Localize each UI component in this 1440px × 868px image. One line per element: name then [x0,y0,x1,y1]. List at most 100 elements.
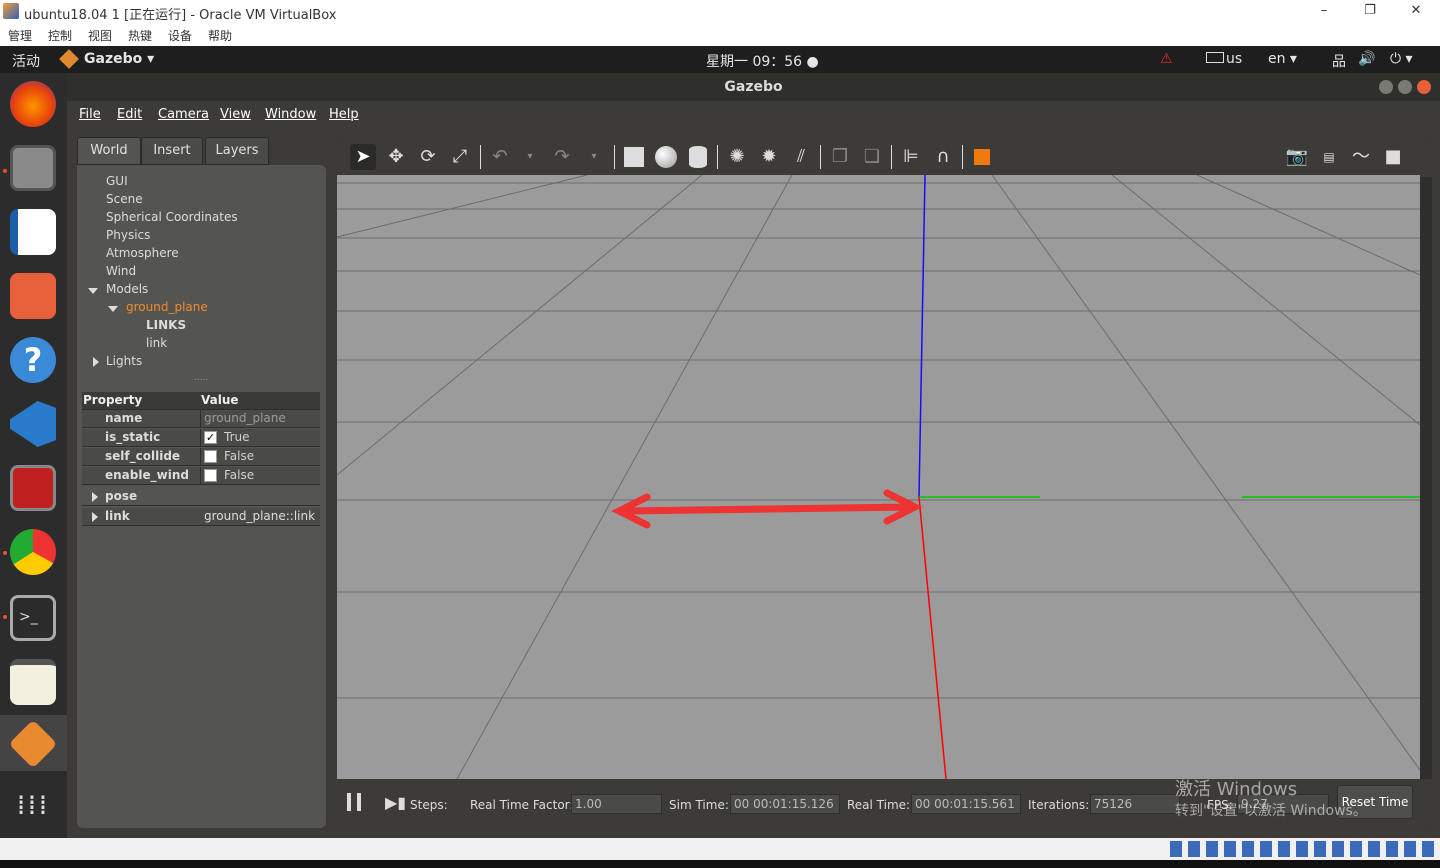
writer-icon[interactable] [10,209,56,255]
gz-menu-camera[interactable]: Camera [158,107,209,122]
redo-history-icon[interactable]: ▾ [581,144,607,170]
menu-view[interactable]: 视图 [88,27,112,44]
tree-wind[interactable]: Wind [106,264,136,278]
minimize-button[interactable]: – [1301,0,1347,23]
firefox-icon[interactable] [10,81,56,127]
paste-icon[interactable]: ❏ [859,144,885,170]
network-icon[interactable]: 品 [1332,51,1346,71]
gazebo-close-button[interactable] [1417,80,1431,94]
tree-link[interactable]: link [146,336,167,350]
activities-button[interactable]: 活动 [12,51,40,71]
vscode-icon[interactable] [10,401,56,447]
tree-ground-plane[interactable]: ground_plane [126,300,208,314]
box-shape-icon[interactable] [621,144,647,170]
app-menu[interactable]: Gazebo ▾ [84,51,154,67]
window-title: ubuntu18.04 1 [正在运行] - Oracle VM Virtual… [24,8,337,23]
directional-light-icon[interactable]: ⫽ [788,144,814,170]
activation-watermark-title: 激活 Windows [1175,779,1298,800]
tree-lights[interactable]: Lights [106,354,142,368]
files-icon[interactable] [10,145,56,191]
tab-insert[interactable]: Insert [141,137,203,165]
sim-time-value: 00 00:01:15.126 [730,794,840,814]
gz-menu-window[interactable]: Window [265,107,316,122]
gazebo-minimize-button[interactable] [1379,80,1393,94]
real-time-label: Real Time: [847,798,911,812]
record-video-icon[interactable]: ■ [1380,144,1406,170]
gazebo-titlebar: Gazebo [67,73,1440,101]
gazebo-menubar: File Edit Camera View Window Help [67,101,1440,129]
expand-models-icon[interactable] [88,288,98,294]
device-status-icons[interactable] [1170,841,1440,857]
text-editor-icon[interactable] [10,659,56,705]
gz-menu-view[interactable]: View [220,107,251,122]
chrome-icon[interactable] [10,529,56,575]
software-center-icon[interactable] [10,273,56,319]
expand-pose-icon[interactable] [92,492,98,502]
expand-lights-icon[interactable] [93,357,99,367]
gazebo-maximize-button[interactable] [1398,80,1412,94]
show-applications-icon[interactable]: ⁞⁞⁞ [10,785,56,831]
gz-menu-help[interactable]: Help [329,107,359,122]
expand-ground-plane-icon[interactable] [108,306,118,312]
tree-models[interactable]: Models [106,282,148,296]
undo-icon[interactable]: ↶ [487,144,513,170]
tab-layers[interactable]: Layers [205,137,269,165]
power-menu[interactable]: ⏻ ▾ [1390,51,1413,67]
keyboard-layout-indicator[interactable]: us [1206,51,1242,67]
property-row-self-collide: self_collide False [82,448,320,466]
property-row-link[interactable]: link ground_plane::link [82,508,320,526]
cylinder-shape-icon[interactable] [685,144,711,170]
rotate-mode-icon[interactable]: ⟳ [415,144,441,170]
3d-scene[interactable] [337,175,1420,779]
snap-icon[interactable]: ∩ [930,144,956,170]
is-static-checkbox[interactable]: ✓ [204,431,217,444]
tree-spherical-coordinates[interactable]: Spherical Coordinates [106,210,238,224]
enable-wind-checkbox[interactable] [204,469,217,482]
undo-history-icon[interactable]: ▾ [517,144,543,170]
expand-link-icon[interactable] [92,512,98,522]
help-icon[interactable]: ? [10,337,56,383]
view-angle-icon[interactable] [969,144,995,170]
warning-icon[interactable]: ⚠ [1160,51,1173,67]
align-icon[interactable]: ⊫ [898,144,924,170]
plot-icon[interactable]: 〜 [1348,144,1374,170]
close-button[interactable]: ✕ [1393,0,1439,23]
menu-manage[interactable]: 管理 [8,27,32,44]
terminator-icon[interactable] [10,465,56,511]
log-icon[interactable]: ▤ [1316,144,1342,170]
scale-mode-icon[interactable]: ⤢ [447,144,473,170]
tab-world[interactable]: World [77,137,141,165]
panel-splitter[interactable]: ..... [194,373,208,383]
name-value: ground_plane [204,411,286,425]
tree-atmosphere[interactable]: Atmosphere [106,246,179,260]
virtualbox-logo-icon [3,3,19,19]
virtualbox-menubar: 管理 控制 视图 热键 设备 帮助 [0,23,1440,46]
point-light-icon[interactable]: ✺ [724,144,750,170]
sphere-shape-icon[interactable] [653,144,679,170]
tree-gui[interactable]: GUI [106,174,128,188]
self-collide-checkbox[interactable] [204,450,217,463]
screenshot-icon[interactable]: 📷 [1284,144,1310,170]
tree-scene[interactable]: Scene [106,192,143,206]
language-menu[interactable]: en ▾ [1268,51,1297,67]
spot-light-icon[interactable]: ✹ [756,144,782,170]
menu-devices[interactable]: 设备 [168,27,192,44]
redo-icon[interactable]: ↷ [549,144,575,170]
virtualbox-titlebar: ubuntu18.04 1 [正在运行] - Oracle VM Virtual… [0,0,1440,23]
clock[interactable]: 星期一 09：56 ● [706,51,819,71]
select-mode-icon[interactable]: ➤ [350,144,376,170]
menu-help[interactable]: 帮助 [208,27,232,44]
volume-icon[interactable]: 🔊 [1358,51,1375,67]
step-button[interactable]: ▶▮ [385,793,406,812]
terminal-icon[interactable]: >_ [10,595,56,641]
translate-mode-icon[interactable]: ✥ [383,144,409,170]
copy-icon[interactable]: ❐ [827,144,853,170]
property-row-pose[interactable]: pose [82,488,320,506]
tree-physics[interactable]: Physics [106,228,150,242]
gz-menu-edit[interactable]: Edit [117,107,142,122]
menu-hotkeys[interactable]: 热键 [128,27,152,44]
menu-control[interactable]: 控制 [48,27,72,44]
gz-menu-file[interactable]: File [79,107,101,122]
maximize-button[interactable]: ❐ [1347,0,1393,23]
pause-button[interactable] [347,793,361,811]
